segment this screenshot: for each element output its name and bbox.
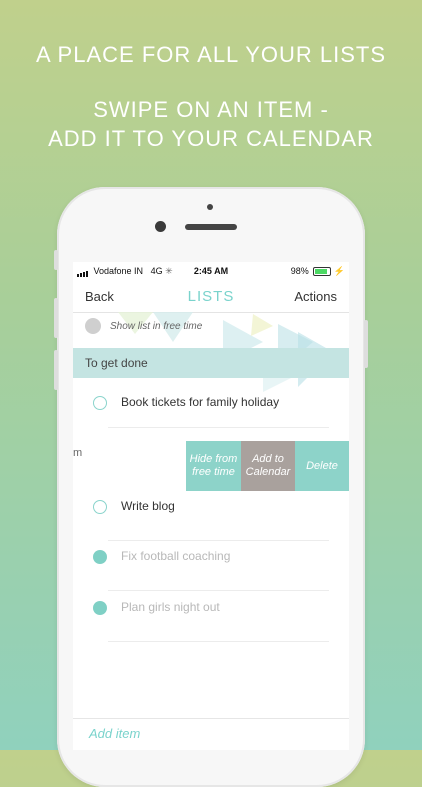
charging-icon: ⚡ [333,266,345,276]
list-item-label: Fix football coaching [121,549,231,563]
headline-line-2: SWIPE ON AN ITEM - [93,97,329,122]
divider [108,590,329,591]
checkbox-circle-icon[interactable] [93,396,107,410]
checkbox-checked-icon[interactable] [93,550,107,564]
headline-line-3: ADD IT TO YOUR CALENDAR [48,126,374,151]
list-item[interactable]: Write blog [73,491,349,541]
battery-percent: 98% [290,266,309,276]
hide-from-free-time-button[interactable]: Hide from free time [186,441,241,491]
phone-power-button [364,320,368,368]
app-screen: Vodafone IN 4G ✳ 2:45 AM 98% ⚡ Back LIST… [73,262,349,750]
divider [108,427,329,428]
status-bar: Vodafone IN 4G ✳ 2:45 AM 98% ⚡ [73,262,349,280]
phone-volume-up-button [54,298,58,338]
headline-line-1: A PLACE FOR ALL YOUR LISTS [35,42,387,67]
phone-camera [155,221,166,232]
show-in-free-time-toggle[interactable]: Show list in free time [73,314,349,348]
nav-bar: Back LISTS Actions [73,280,349,313]
checkbox-circle-icon[interactable] [93,500,107,514]
list-item-label: m [73,447,83,459]
list-item[interactable]: Plan girls night out [73,592,349,642]
battery-info: 98% ⚡ [291,266,345,277]
swiped-list-item[interactable]: m Hide from free time Add to Calendar De… [73,441,349,491]
divider [73,718,349,719]
section-header: To get done [73,348,349,378]
actions-button[interactable]: Actions [294,289,337,304]
phone-side-button [54,250,58,270]
toggle-label: Show list in free time [110,321,203,332]
delete-button[interactable]: Delete [295,441,349,491]
list-item-label: Write blog [121,499,175,513]
list-item[interactable]: Book tickets for family holiday [73,378,349,428]
section-title: To get done [85,356,148,370]
list-item-label: Book tickets for family holiday [121,395,280,409]
list-item[interactable]: Fix football coaching [73,541,349,591]
divider [108,641,329,642]
battery-icon [313,267,332,277]
phone-volume-down-button [54,350,58,390]
add-to-calendar-button[interactable]: Add to Calendar [241,441,295,491]
phone-sensor [207,204,213,210]
add-item-button[interactable]: Add item [89,726,140,741]
list-item-label: Plan girls night out [121,600,220,614]
toggle-dot-icon[interactable] [85,318,101,334]
checkbox-checked-icon[interactable] [93,601,107,615]
phone-speaker [185,224,237,230]
